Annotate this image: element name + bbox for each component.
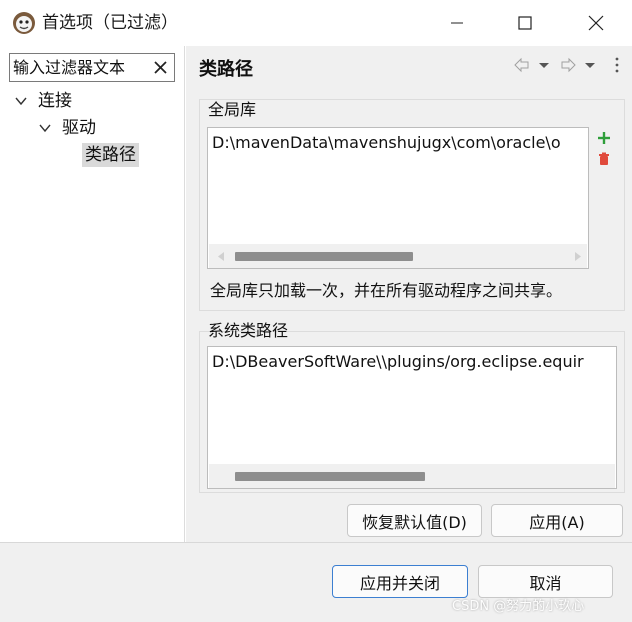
list-item[interactable]: D:\mavenData\mavenshujugx\com\oracle\o xyxy=(212,131,561,155)
global-library-label: 全局库 xyxy=(208,100,257,119)
list-item[interactable]: D:\DBeaverSoftWare\\plugins/org.eclipse.… xyxy=(212,350,584,374)
apply-button[interactable]: 应用(A) xyxy=(491,504,623,537)
forward-dropdown-icon[interactable] xyxy=(585,63,595,68)
delete-icon[interactable] xyxy=(597,152,611,166)
system-classpath-label: 系统类路径 xyxy=(208,321,289,340)
global-library-list[interactable]: D:\mavenData\mavenshujugx\com\oracle\o xyxy=(207,127,589,269)
view-menu-icon[interactable] xyxy=(615,57,619,73)
close-button[interactable] xyxy=(573,0,619,46)
chevron-down-icon[interactable] xyxy=(38,121,52,135)
close-icon xyxy=(588,15,604,31)
back-dropdown-icon[interactable] xyxy=(539,63,549,68)
scroll-left-icon[interactable] xyxy=(217,252,225,261)
tree-item-classpath[interactable]: 类路径 xyxy=(82,143,139,167)
clear-filter-icon[interactable] xyxy=(152,59,169,76)
title-bar: 首选项（已过滤） xyxy=(0,0,632,46)
watermark: CSDN @努力的小玖心 xyxy=(452,599,585,614)
add-icon[interactable] xyxy=(597,131,611,145)
minimize-icon xyxy=(451,22,463,24)
dbeaver-app-icon xyxy=(13,12,35,34)
restore-defaults-button[interactable]: 恢复默认值(D) xyxy=(347,504,482,537)
cancel-button[interactable]: 取消 xyxy=(478,565,613,598)
chevron-down-icon[interactable] xyxy=(14,94,28,108)
forward-arrow-icon[interactable] xyxy=(561,57,576,73)
maximize-button[interactable] xyxy=(502,0,548,46)
filter-input[interactable]: 输入过滤器文本 xyxy=(9,53,175,82)
tree-item-label: 类路径 xyxy=(85,145,136,165)
tree-item-label: 连接 xyxy=(38,91,72,111)
scroll-right-icon[interactable] xyxy=(574,252,582,261)
dialog-footer: 应用并关闭 取消 CSDN @努力的小玖心 xyxy=(0,542,632,622)
minimize-button[interactable] xyxy=(434,0,480,46)
tree-item-label: 驱动 xyxy=(62,118,96,138)
global-library-note: 全局库只加载一次，并在所有驱动程序之间共享。 xyxy=(210,281,563,300)
scrollbar-thumb[interactable] xyxy=(235,252,413,261)
back-arrow-icon[interactable] xyxy=(514,57,529,73)
maximize-icon xyxy=(518,16,532,30)
filter-input-text: 输入过滤器文本 xyxy=(13,58,126,77)
preference-page: 类路径 全局库 D:\mavenData\mavenshujugx\com\or… xyxy=(186,46,632,542)
page-title: 类路径 xyxy=(199,59,253,80)
page-navigation-toolbar xyxy=(514,57,619,73)
apply-and-close-button[interactable]: 应用并关闭 xyxy=(332,565,468,598)
preferences-tree-panel: 输入过滤器文本 连接 驱动 类路径 xyxy=(0,46,185,542)
window-title: 首选项（已过滤） xyxy=(42,13,178,33)
horizontal-scrollbar[interactable] xyxy=(209,244,587,268)
horizontal-scrollbar[interactable] xyxy=(209,464,615,488)
scrollbar-thumb[interactable] xyxy=(235,472,425,481)
system-classpath-list[interactable]: D:\DBeaverSoftWare\\plugins/org.eclipse.… xyxy=(207,346,617,489)
